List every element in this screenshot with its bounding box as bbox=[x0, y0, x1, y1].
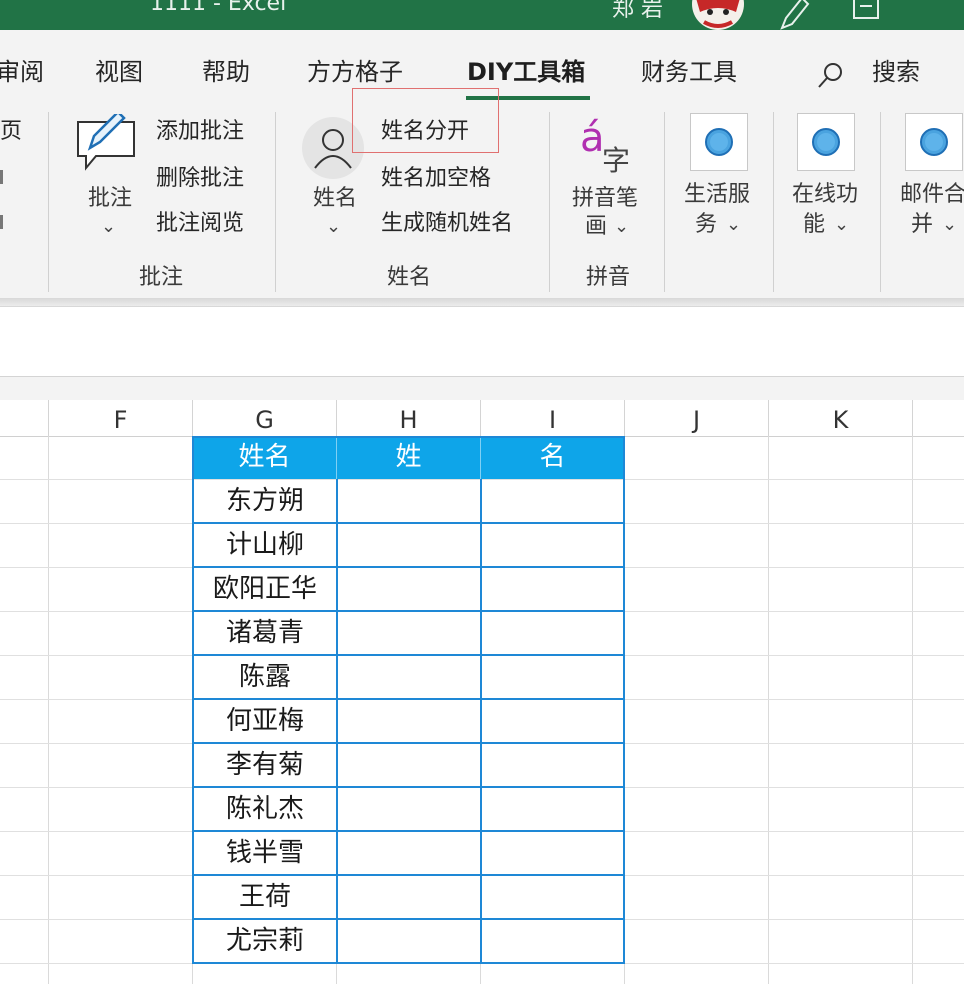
pinyin-group-label: 拼音 bbox=[586, 265, 631, 290]
table-header-surname[interactable]: 姓 bbox=[337, 436, 481, 479]
chevron-down-icon[interactable]: ⌄ bbox=[834, 216, 849, 234]
life-service-label-line2[interactable]: 务 bbox=[695, 210, 717, 240]
formula-bar[interactable] bbox=[0, 306, 964, 377]
name-cell[interactable]: 何亚梅 bbox=[193, 699, 337, 743]
chevron-down-icon[interactable]: ⌄ bbox=[726, 216, 741, 234]
group-separator bbox=[880, 112, 881, 292]
column-header-partial[interactable] bbox=[0, 400, 49, 436]
browse-comment-button[interactable]: 批注阅览 bbox=[156, 209, 244, 239]
partial-left-command[interactable]: 页 bbox=[0, 117, 22, 147]
column-header-g[interactable]: G bbox=[193, 400, 337, 436]
table-border bbox=[193, 566, 624, 568]
avatar[interactable] bbox=[690, 0, 746, 30]
tab-help[interactable]: 帮助 bbox=[202, 56, 250, 88]
tab-search[interactable]: 搜索 bbox=[872, 56, 920, 88]
group-separator bbox=[275, 112, 276, 292]
pinyin-zi-icon: 字 bbox=[602, 144, 631, 177]
name-cell[interactable]: 陈露 bbox=[193, 655, 337, 699]
name-big-label[interactable]: 姓名 bbox=[313, 184, 357, 214]
table-header-fullname[interactable]: 姓名 bbox=[193, 436, 337, 479]
table-border bbox=[193, 742, 624, 744]
chevron-down-icon[interactable]: ⌄ bbox=[101, 218, 116, 236]
life-service-label[interactable]: 生活服 bbox=[684, 180, 750, 210]
mail-merge-label-line2[interactable]: 并 bbox=[911, 210, 933, 240]
pen-icon[interactable] bbox=[776, 0, 810, 30]
grid-line bbox=[0, 963, 964, 964]
chevron-down-icon[interactable]: ⌄ bbox=[614, 218, 629, 236]
grid-line bbox=[48, 436, 49, 984]
column-header-h[interactable]: H bbox=[337, 400, 481, 436]
tab-fangfang[interactable]: 方方格子 bbox=[307, 56, 403, 88]
table-border bbox=[193, 698, 624, 700]
comment-pen-icon[interactable] bbox=[74, 114, 140, 176]
grid-line bbox=[912, 436, 913, 984]
partial-left-marks bbox=[0, 215, 3, 229]
mail-merge-label[interactable]: 邮件合 bbox=[900, 180, 964, 210]
online-feature-label-line2[interactable]: 能 bbox=[803, 210, 825, 240]
pinyin-big-label[interactable]: 拼音笔 bbox=[572, 184, 638, 214]
grid-line bbox=[768, 436, 769, 984]
table-header-given-name[interactable]: 名 bbox=[481, 436, 624, 479]
name-cell[interactable]: 尤宗莉 bbox=[193, 919, 337, 963]
search-icon[interactable] bbox=[816, 60, 846, 90]
tab-finance[interactable]: 财务工具 bbox=[641, 56, 737, 88]
name-cell[interactable]: 王荷 bbox=[193, 875, 337, 919]
chevron-down-icon[interactable]: ⌄ bbox=[942, 216, 957, 234]
online-feature-label[interactable]: 在线功 bbox=[792, 180, 858, 210]
table-border bbox=[193, 918, 624, 920]
table-border bbox=[193, 874, 624, 876]
add-space-name-button[interactable]: 姓名加空格 bbox=[381, 164, 491, 194]
group-separator bbox=[48, 112, 49, 292]
comment-group-label: 批注 bbox=[139, 265, 184, 290]
grid-line bbox=[624, 436, 625, 984]
column-header-row: F G H I J K bbox=[0, 400, 964, 437]
table-border bbox=[193, 830, 624, 832]
user-name[interactable]: 郑 岩 bbox=[612, 0, 663, 23]
tab-view[interactable]: 视图 bbox=[95, 56, 143, 88]
table-border bbox=[193, 654, 624, 656]
chevron-down-icon[interactable]: ⌄ bbox=[326, 218, 341, 236]
table-border bbox=[193, 522, 624, 524]
table-border bbox=[480, 479, 482, 964]
tab-diy-toolbox[interactable]: DIY工具箱 bbox=[467, 56, 585, 88]
pinyin-a-icon: á bbox=[580, 115, 605, 161]
table-border bbox=[193, 610, 624, 612]
random-name-button[interactable]: 生成随机姓名 bbox=[381, 209, 513, 239]
mail-merge-icon[interactable] bbox=[905, 113, 963, 171]
formula-separator bbox=[0, 376, 964, 401]
group-separator bbox=[773, 112, 774, 292]
partial-left-marks bbox=[0, 170, 3, 184]
window-title: 1111 - Excel bbox=[150, 0, 287, 16]
column-header-j[interactable]: J bbox=[625, 400, 769, 436]
ribbon-shadow bbox=[0, 298, 964, 306]
life-service-icon[interactable] bbox=[690, 113, 748, 171]
column-header-f[interactable]: F bbox=[49, 400, 193, 436]
title-bar: 1111 - Excel 郑 岩 bbox=[0, 0, 964, 30]
group-separator bbox=[549, 112, 550, 292]
name-cell[interactable]: 欧阳正华 bbox=[193, 567, 337, 611]
table-border bbox=[336, 479, 338, 964]
name-cell[interactable]: 东方朔 bbox=[193, 479, 337, 523]
name-cell[interactable]: 钱半雪 bbox=[193, 831, 337, 875]
comment-big-label[interactable]: 批注 bbox=[88, 184, 132, 214]
name-cell[interactable]: 李有菊 bbox=[193, 743, 337, 787]
add-comment-button[interactable]: 添加批注 bbox=[156, 117, 244, 147]
online-feature-icon[interactable] bbox=[797, 113, 855, 171]
group-separator bbox=[664, 112, 665, 292]
column-header-k[interactable]: K bbox=[769, 400, 913, 436]
name-cell[interactable]: 陈礼杰 bbox=[193, 787, 337, 831]
grid-line bbox=[0, 479, 964, 480]
restore-icon[interactable] bbox=[852, 0, 882, 30]
name-cell[interactable]: 诸葛青 bbox=[193, 611, 337, 655]
highlight-annotation-box bbox=[352, 88, 499, 153]
name-cell[interactable]: 计山柳 bbox=[193, 523, 337, 567]
name-group-label: 姓名 bbox=[387, 265, 432, 290]
tab-review[interactable]: 审阅 bbox=[0, 56, 44, 88]
pinyin-big-label-line2[interactable]: 画 bbox=[585, 212, 607, 242]
table-border bbox=[193, 786, 624, 788]
column-header-i[interactable]: I bbox=[481, 400, 625, 436]
delete-comment-button[interactable]: 删除批注 bbox=[156, 164, 244, 194]
